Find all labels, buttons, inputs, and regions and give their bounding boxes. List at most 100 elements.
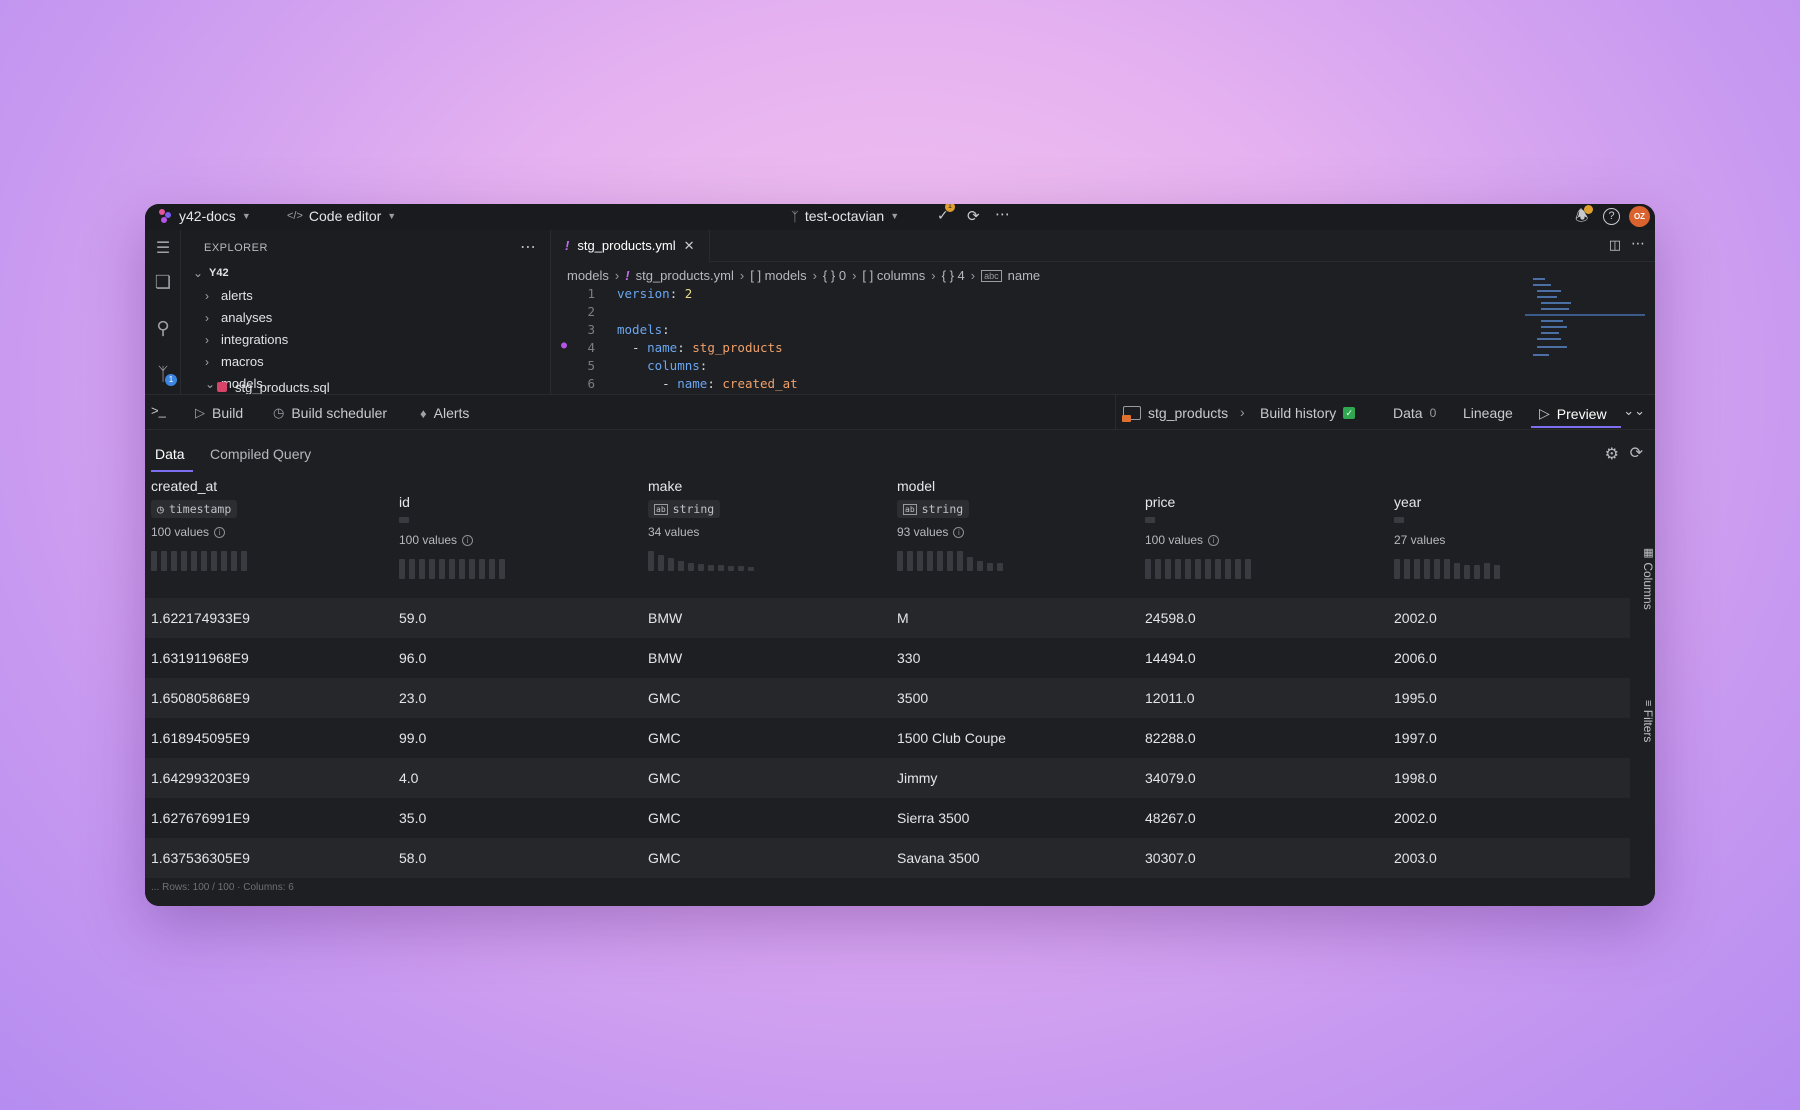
cell-make: GMC xyxy=(648,850,681,866)
explorer-more-icon[interactable]: ⋯ xyxy=(520,237,536,257)
table-row[interactable]: 1.637536305E9 58.0 GMC Savana 3500 30307… xyxy=(145,838,1630,878)
breadcrumb-item[interactable]: [ ] columns xyxy=(862,268,925,283)
info-icon[interactable]: i xyxy=(953,526,965,538)
tab-lineage[interactable]: Lineage xyxy=(1463,405,1513,421)
chevron-right-icon: › xyxy=(1240,404,1245,420)
minimap[interactable] xyxy=(1525,274,1645,364)
editor-tabbar: ! stg_products.yml ✕ ◫ ⋯ xyxy=(551,229,1655,262)
settings-icon[interactable]: ⚙ xyxy=(1605,444,1619,464)
files-icon[interactable]: ❏ xyxy=(153,272,173,292)
info-icon[interactable]: i xyxy=(1208,534,1220,546)
column-header-id[interactable]: id 100 values i xyxy=(399,494,505,579)
git-branch-icon: ᛉ xyxy=(791,208,799,224)
tab-data[interactable]: Data 0 xyxy=(1393,405,1436,421)
distribution-sparkline xyxy=(648,549,754,571)
subtab-data[interactable]: Data xyxy=(155,446,185,462)
tree-item-label: analyses xyxy=(221,310,273,325)
activity-bar: ☰ ❏ ⚲ ᛉ 1 xyxy=(145,230,181,394)
columns-side-panel-toggle[interactable]: ▦ Columns xyxy=(1635,546,1655,610)
terminal-icon[interactable]: >_ xyxy=(151,403,166,418)
close-icon[interactable]: ✕ xyxy=(684,238,695,254)
menu-icon[interactable]: ☰ xyxy=(153,238,173,258)
string-field-icon: abc xyxy=(981,269,1002,282)
table-model-icon xyxy=(1122,406,1141,422)
tab-label: stg_products.yml xyxy=(577,238,676,253)
commit-status-button[interactable]: ✓ 1 xyxy=(937,204,955,224)
column-header-model[interactable]: model ab string 93 values i xyxy=(897,478,1003,571)
cell-id: 99.0 xyxy=(399,730,427,746)
cell-make: GMC xyxy=(648,730,681,746)
side-label-filters: Filters xyxy=(1641,709,1655,743)
cell-price: 34079.0 xyxy=(1145,770,1196,786)
tab-preview[interactable]: ▷ Preview xyxy=(1539,405,1607,422)
data-count: 0 xyxy=(1429,406,1437,420)
table-row[interactable]: 1.622174933E9 59.0 BMW M 24598.0 2002.0 xyxy=(145,598,1630,638)
tree-item-macros[interactable]: › macros xyxy=(205,354,264,369)
cell-model: Jimmy xyxy=(897,770,938,786)
sync-icon[interactable]: ⟳ xyxy=(967,207,980,225)
column-header-year[interactable]: year 27 values xyxy=(1394,494,1500,579)
subtab-compiled-query[interactable]: Compiled Query xyxy=(210,446,311,462)
workspace-switcher[interactable]: y42-docs ▼ xyxy=(157,208,251,224)
split-editor-icon[interactable]: ◫ xyxy=(1609,237,1621,253)
build-scheduler-button[interactable]: ◷ Build scheduler xyxy=(273,405,387,421)
tab-stg-products-yml[interactable]: ! stg_products.yml ✕ xyxy=(551,229,710,262)
values-count: 34 values xyxy=(648,525,700,539)
table-row[interactable]: 1.631911968E9 96.0 BMW 330 14494.0 2006.… xyxy=(145,638,1630,678)
tree-root[interactable]: ⌄ Y42 xyxy=(193,266,229,280)
cell-id: 4.0 xyxy=(399,770,419,786)
workspace-name: y42-docs xyxy=(179,208,236,224)
refresh-icon[interactable]: ⟳ xyxy=(1630,443,1643,463)
chevron-right-icon: › xyxy=(205,288,209,303)
build-button[interactable]: ▷ Build xyxy=(195,405,243,421)
collapse-panel-icon[interactable]: ⌄⌄ xyxy=(1623,403,1645,419)
filters-side-panel-toggle[interactable]: ≡ Filters xyxy=(1635,700,1655,742)
y42-logo-icon xyxy=(157,208,173,224)
mode-switcher[interactable]: </> Code editor ▼ xyxy=(287,208,396,224)
tab-build-history[interactable]: Build history ✓ xyxy=(1260,405,1356,421)
breadcrumb-item[interactable]: { } 4 xyxy=(942,268,965,283)
info-icon[interactable]: i xyxy=(214,526,226,538)
editor-more-icon[interactable]: ⋯ xyxy=(1631,235,1645,252)
avatar[interactable]: OZ xyxy=(1629,206,1650,227)
type-chip: ab string xyxy=(648,500,721,518)
breadcrumb-item[interactable]: name xyxy=(1008,268,1041,283)
column-header-price[interactable]: price 100 values i xyxy=(1145,494,1251,579)
cell-model: Savana 3500 xyxy=(897,850,980,866)
line-number: 1 xyxy=(587,286,595,301)
alerts-button[interactable]: ♦ Alerts xyxy=(420,405,469,421)
breadcrumb-item[interactable]: [ ] models xyxy=(750,268,806,283)
line-number: 6 xyxy=(587,376,595,391)
source-control-icon[interactable]: ᛉ 1 xyxy=(153,364,177,386)
branch-switcher[interactable]: ᛉ test-octavian ▼ xyxy=(791,208,899,224)
breadcrumb-item[interactable]: stg_products.yml xyxy=(636,268,734,283)
column-header-created-at[interactable]: created_at ◷ timestamp 100 values i xyxy=(151,478,247,571)
asset-selector[interactable]: stg_products xyxy=(1122,405,1228,422)
table-row[interactable]: 1.650805868E9 23.0 GMC 3500 12011.0 1995… xyxy=(145,678,1630,718)
cell-created-at: 1.618945095E9 xyxy=(151,730,250,746)
more-icon[interactable]: ⋯ xyxy=(995,205,1010,223)
table-row[interactable]: 1.642993203E9 4.0 GMC Jimmy 34079.0 1998… xyxy=(145,758,1630,798)
tree-item-analyses[interactable]: › analyses xyxy=(205,310,272,325)
table-row[interactable]: 1.627676991E9 35.0 GMC Sierra 3500 48267… xyxy=(145,798,1630,838)
chevron-down-icon: ▼ xyxy=(387,211,397,221)
bell-icon[interactable]: 🕭 xyxy=(1575,205,1593,231)
tree-item-label: integrations xyxy=(221,332,289,347)
cell-year: 2003.0 xyxy=(1394,850,1437,866)
cell-year: 1998.0 xyxy=(1394,770,1437,786)
column-name: price xyxy=(1145,494,1176,510)
play-icon: ▷ xyxy=(195,405,205,420)
tree-item-alerts[interactable]: › alerts xyxy=(205,288,253,303)
breadcrumb-item[interactable]: { } 0 xyxy=(823,268,846,283)
breadcrumb-item[interactable]: models xyxy=(567,268,609,283)
tree-item-integrations[interactable]: › integrations xyxy=(205,332,288,347)
bottom-toolbar: >_ ▷ Build ◷ Build scheduler ♦ Alerts st… xyxy=(145,394,1655,431)
chevron-down-icon: ▼ xyxy=(890,211,900,221)
search-icon[interactable]: ⚲ xyxy=(153,318,173,338)
table-row[interactable]: 1.618945095E9 99.0 GMC 1500 Club Coupe 8… xyxy=(145,718,1630,758)
info-icon[interactable]: i xyxy=(462,534,474,546)
column-header-make[interactable]: make ab string 34 values xyxy=(648,478,754,571)
help-icon[interactable]: ? xyxy=(1603,208,1620,225)
code-line: version: 2 xyxy=(617,286,693,301)
number-type-icon xyxy=(1145,517,1155,523)
